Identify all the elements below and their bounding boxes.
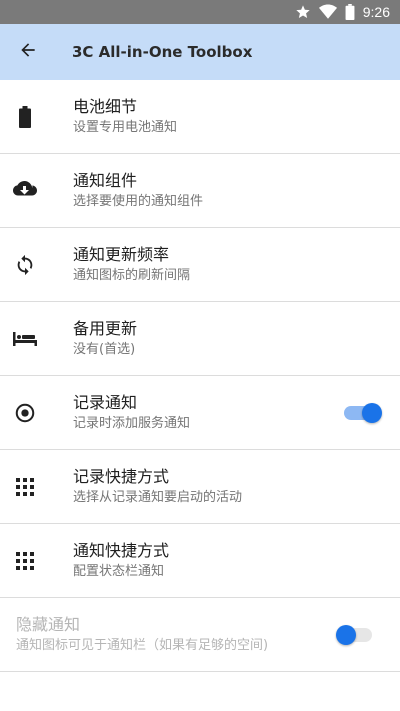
hide-notification-toggle[interactable] [336, 624, 374, 645]
setting-notification-shortcut[interactable]: 通知快捷方式 配置状态栏通知 [0, 524, 400, 598]
setting-title: 记录快捷方式 [73, 467, 170, 486]
setting-title: 通知更新频率 [73, 245, 170, 264]
settings-list: 电池细节 设置专用电池通知 通知组件 选择要使用的通知组件 通知更新频率 通知图… [0, 80, 400, 672]
setting-notification-widget[interactable]: 通知组件 选择要使用的通知组件 [0, 154, 400, 228]
setting-subtitle: 选择从记录通知要启动的活动 [73, 490, 243, 505]
battery-icon [0, 105, 50, 128]
setting-backup-update[interactable]: 备用更新 没有(首选) [0, 302, 400, 376]
radio-button-icon [0, 402, 50, 424]
setting-title: 通知快捷方式 [73, 541, 170, 560]
arrow-left-icon [18, 40, 38, 64]
setting-title: 电池细节 [73, 97, 138, 116]
setting-hide-notification[interactable]: 隐藏通知 通知图标可见于通知栏（如果有足够的空间) [0, 598, 400, 672]
grid-icon [0, 551, 50, 570]
setting-subtitle: 通知图标可见于通知栏（如果有足够的空间) [16, 638, 269, 653]
toggle-thumb [336, 624, 356, 645]
log-notification-toggle[interactable] [344, 402, 382, 423]
cloud-download-icon [0, 180, 50, 201]
setting-log-notification[interactable]: 记录通知 记录时添加服务通知 [0, 376, 400, 450]
hotel-icon [0, 331, 50, 346]
setting-title: 记录通知 [73, 393, 138, 412]
setting-title: 通知组件 [73, 171, 138, 190]
toggle-thumb [362, 402, 382, 423]
setting-subtitle: 通知图标的刷新间隔 [73, 268, 191, 283]
clock: 9:26 [362, 4, 390, 20]
setting-subtitle: 选择要使用的通知组件 [73, 194, 204, 209]
star-icon [295, 4, 311, 20]
sync-icon [0, 254, 50, 276]
page-title: 3C All-in-One Toolbox [72, 43, 253, 61]
setting-title: 隐藏通知 [16, 615, 81, 634]
setting-log-shortcut[interactable]: 记录快捷方式 选择从记录通知要启动的活动 [0, 450, 400, 524]
setting-subtitle: 配置状态栏通知 [73, 564, 165, 579]
back-button[interactable] [0, 24, 56, 80]
app-bar: 3C All-in-One Toolbox [0, 24, 400, 80]
setting-battery-details[interactable]: 电池细节 设置专用电池通知 [0, 80, 400, 154]
wifi-icon [318, 4, 337, 20]
setting-subtitle: 设置专用电池通知 [73, 120, 178, 135]
status-bar: 9:26 [0, 0, 400, 24]
grid-icon [0, 477, 50, 496]
setting-subtitle: 没有(首选) [73, 342, 136, 357]
setting-notification-frequency[interactable]: 通知更新频率 通知图标的刷新间隔 [0, 228, 400, 302]
setting-title: 备用更新 [73, 319, 138, 338]
setting-subtitle: 记录时添加服务通知 [73, 416, 191, 431]
battery-icon [345, 4, 355, 20]
